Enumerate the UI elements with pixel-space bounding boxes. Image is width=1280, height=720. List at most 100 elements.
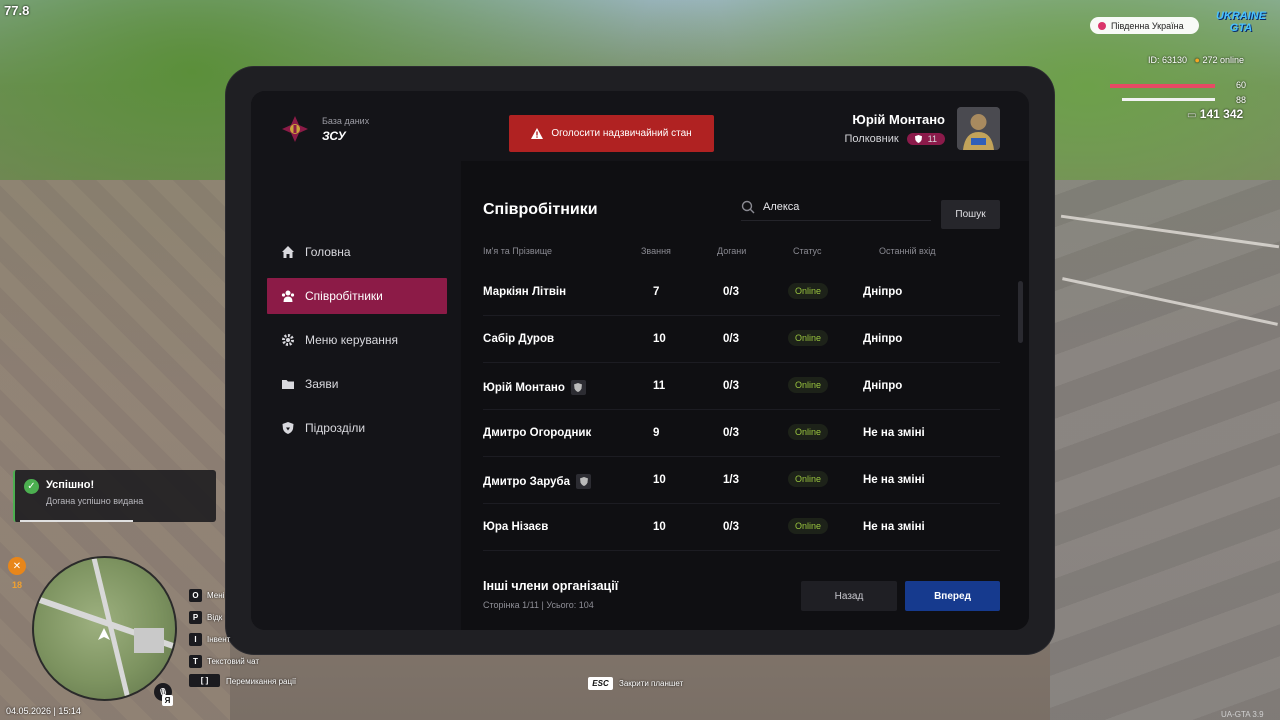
employee-name: Дмитро Огородник [483,427,592,439]
tablet-screen: База даних ЗСУ Головна Співробітники Мен… [251,91,1029,630]
employee-name: Сабір Дуров [483,333,555,345]
employee-rank: 11 [653,380,666,392]
online-count: 272 online [1202,55,1245,65]
employee-reprimands: 0/3 [723,333,739,345]
status-badge: Online [788,424,829,440]
sidebar-nav: Головна Співробітники Меню керування Зая… [267,234,447,454]
employees-table: Маркіян Літвін 7 0/3 Online Дніпро Сабір… [483,269,1000,551]
minimap [32,556,177,701]
hint-key: O [189,589,202,602]
employee-name: Дмитро Заруба [483,475,571,488]
sidebar-item-employees[interactable]: Співробітники [267,278,447,314]
esc-key[interactable]: ESC [588,677,613,690]
search-input[interactable] [763,200,913,213]
sidebar-item-control-menu[interactable]: Меню керування [267,322,447,358]
datetime: 04.05.2026 | 15:14 [6,706,81,716]
hint-label: Мені [207,591,225,600]
table-row[interactable]: Дмитро Огородник 9 0/3 Online Не на змін… [483,410,1000,457]
server-logo: UKRAINE GTA [1215,10,1267,34]
column-last-login: Останній вхід [879,246,936,256]
next-button[interactable]: Вперед [905,581,1000,611]
world-pavement-right [1050,180,1280,720]
rank-level: 11 [927,134,937,144]
hint-key: I [189,633,202,646]
user-profile: Юрій Монтано Полковник 11 [845,107,1000,150]
employee-rank: 9 [653,427,660,439]
check-icon: ✓ [24,479,39,494]
table-row[interactable]: Юра Нізаєв 10 0/3 Online Не на зміні [483,504,1000,551]
table-scrollbar[interactable] [1018,281,1023,343]
shield-icon [570,380,586,395]
hint-key: T [189,655,202,668]
region-badge: Південна Україна [1090,17,1199,34]
shield-icon [576,474,592,489]
employee-last-login: Дніпро [863,333,903,345]
table-row[interactable]: Сабір Дуров 10 0/3 Online Дніпро [483,316,1000,363]
sidebar-item-units[interactable]: Підрозділи [267,410,447,446]
home-icon [282,246,294,258]
employee-name: Маркіян Літвін [483,286,567,298]
sidebar-item-label: Головна [305,245,351,259]
status-badge: Online [788,377,829,393]
employee-rank: 10 [653,474,666,486]
employee-rank: 10 [653,333,666,345]
table-header: Ім'я та Прізвище Звання Догани Статус Ос… [483,246,1003,262]
food-value: 18 [12,580,23,590]
sidebar-item-applications[interactable]: Заяви [267,366,447,402]
table-row[interactable]: Маркіян Літвін 7 0/3 Online Дніпро [483,269,1000,316]
success-notification: ✓ Успішно! Догана успішно видана [13,470,216,522]
employee-reprimands: 0/3 [723,427,739,439]
brand-subtitle: База даних [322,115,370,126]
employee-reprimands: 0/3 [723,286,739,298]
hint-label: Інвент [207,635,231,644]
employee-name: Юрій Монтано [483,381,565,394]
gear-icon [282,334,294,346]
esc-label: Закрити планшет [619,679,684,688]
employee-last-login: Не на зміні [863,474,925,486]
status-badge: Online [788,471,829,487]
back-button[interactable]: Назад [801,581,897,611]
money-value: 141 342 [1199,107,1244,121]
player-id-line: ID: 63130 ● 272 online [1148,55,1245,65]
sidebar-item-label: Підрозділи [305,421,366,435]
users-icon [281,290,295,302]
zsu-emblem-icon [280,114,310,144]
notification-progress [20,520,133,522]
brand: База даних ЗСУ [280,114,369,144]
column-name: Ім'я та Прізвище [483,246,553,256]
food-icon: ✕ [8,557,26,575]
employee-name: Юра Нізаєв [483,521,549,533]
status-badge: Online [788,330,829,346]
employee-last-login: Дніпро [863,286,903,298]
sidebar-item-label: Співробітники [305,289,383,303]
table-row[interactable]: Дмитро Заруба 10 1/3 Online Не на зміні [483,457,1000,504]
player-id: ID: 63130 [1148,55,1188,65]
page-title: Співробітники [483,201,598,218]
health-bar [1110,84,1215,88]
search-field[interactable] [741,193,931,221]
column-status: Статус [793,246,822,256]
armor-value: 88 [1236,95,1247,105]
warning-icon [531,128,544,139]
fps-counter: 77.8 [4,3,30,18]
hint-label: Текстовий чат [207,657,260,666]
health-value: 60 [1236,80,1247,90]
hint-key: P [189,611,202,624]
avatar [957,107,1000,150]
folder-icon [282,380,294,389]
money-display: ▭ 141 342 [1187,107,1243,121]
notification-message: Догана успішно видана [46,496,144,506]
search-button[interactable]: Пошук [941,200,1000,229]
cash-icon: ▭ [1187,110,1197,121]
mic-key: Я [162,695,173,706]
column-reprimands: Догани [717,246,747,256]
employees-panel: Співробітники Пошук Ім'я та Прізвище Зва… [461,161,1029,630]
sidebar-item-home[interactable]: Головна [267,234,447,270]
table-row[interactable]: Юрій Монтано 11 0/3 Online Дніпро [483,363,1000,410]
emergency-label: Оголосити надзвичайний стан [551,128,692,139]
search-icon [741,200,755,213]
region-icon [1098,21,1106,30]
status-badge: Online [788,518,829,534]
emergency-button[interactable]: Оголосити надзвичайний стан [509,115,714,152]
rank-badge: 11 [906,133,945,145]
